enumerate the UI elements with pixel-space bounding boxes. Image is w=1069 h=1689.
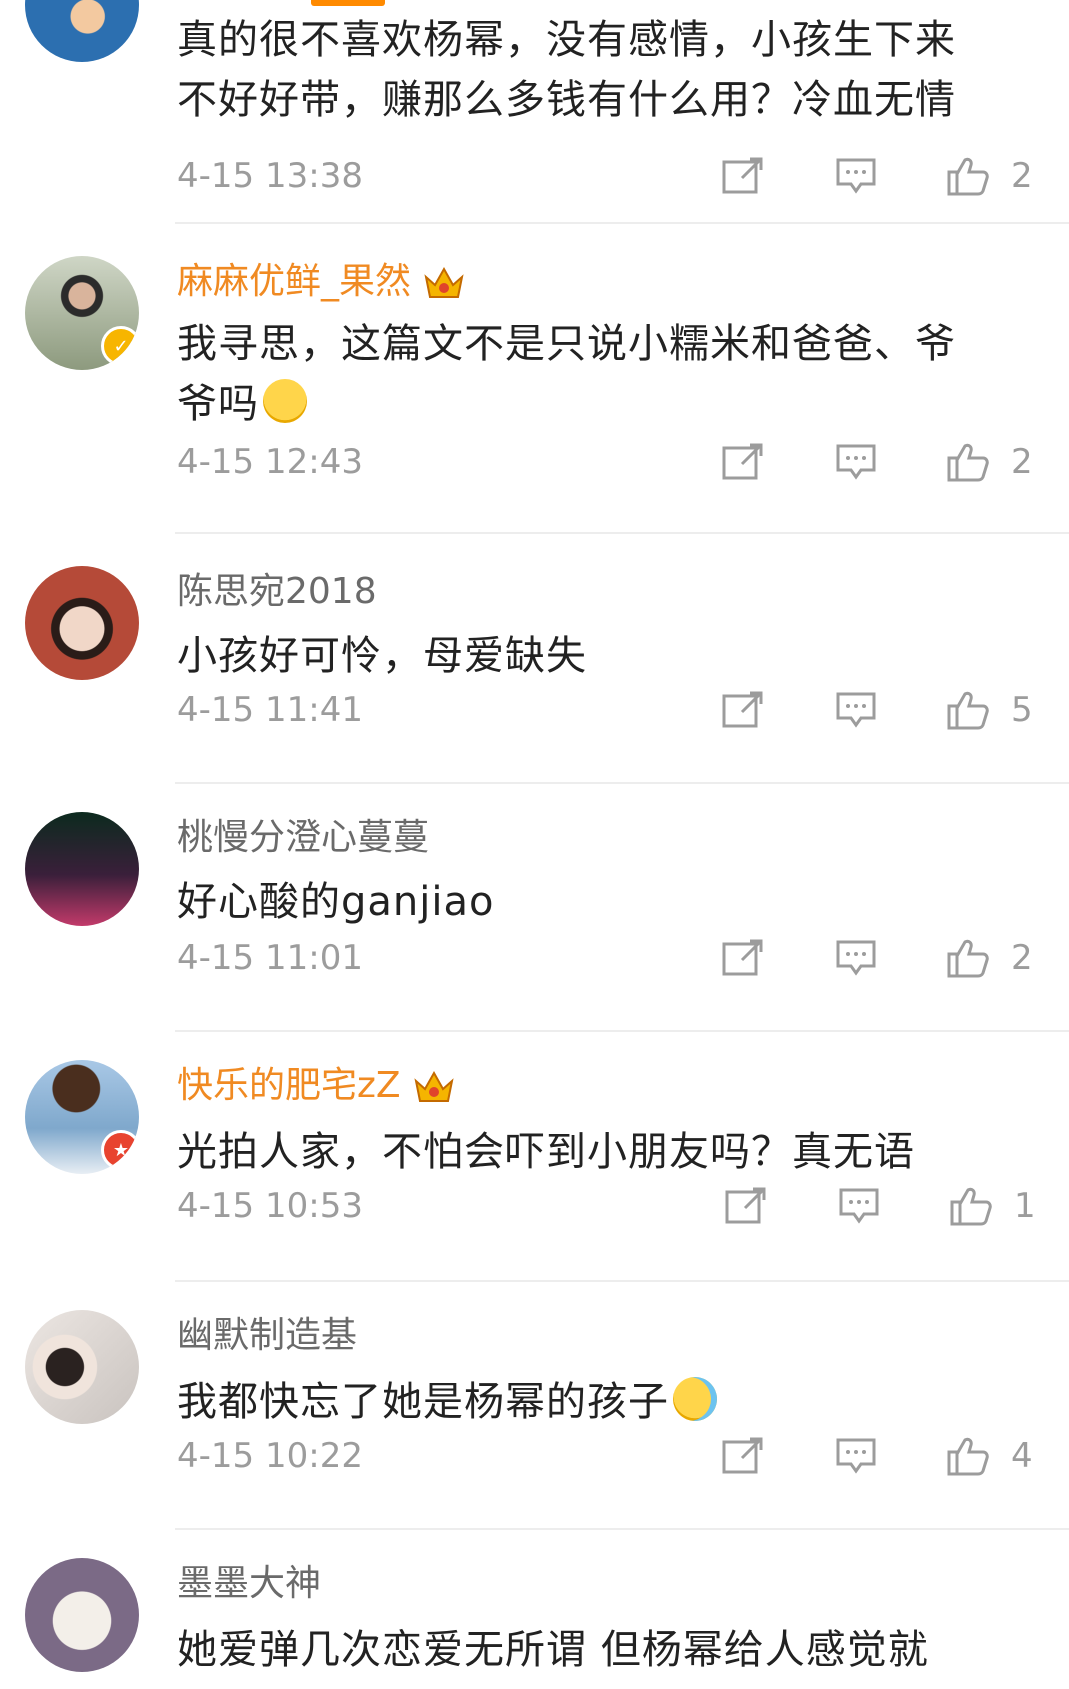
comment-text-line: 好心酸的ganjiao <box>177 879 495 925</box>
comment-text: 她爱弹几次恋爱无所谓 但杨幂给人感觉就 <box>177 1620 1037 1680</box>
share-icon[interactable] <box>722 690 764 730</box>
comment-text-line: 光拍人家，不怕会吓到小朋友吗？真无语 <box>177 1129 915 1175</box>
comment-icon[interactable] <box>835 1436 877 1476</box>
username[interactable]: 麻麻优鲜_果然 <box>177 260 465 304</box>
avatar[interactable] <box>25 812 139 926</box>
timestamp: 4-15 13:38 <box>177 156 363 196</box>
comment-text-line: 真的很不喜欢杨幂，没有感情，小孩生下来 <box>177 17 956 63</box>
share-icon[interactable] <box>725 1186 767 1226</box>
star-badge-icon: ★ <box>101 1130 139 1170</box>
username[interactable]: 幽默制造基 <box>177 1314 357 1358</box>
avatar[interactable] <box>25 1558 139 1672</box>
smiling-sweat-emoji <box>263 379 307 423</box>
verified-badge-icon: ✓ <box>101 326 139 366</box>
thumbs-up-icon[interactable] <box>950 1186 992 1226</box>
like-count: 4 <box>1011 1436 1033 1476</box>
like-count: 2 <box>1011 442 1033 482</box>
comment-icon[interactable] <box>835 690 877 730</box>
comment-text: 好心酸的ganjiao <box>177 872 1037 932</box>
username[interactable]: 陈思宛2018 <box>177 570 377 614</box>
comment-meta: 4-15 10:53 1 <box>177 1182 1037 1230</box>
timestamp: 4-15 11:01 <box>177 938 363 978</box>
comment-meta: 4-15 11:01 2 <box>177 934 1037 982</box>
comment-meta: 4-15 13:38 2 <box>177 152 1037 200</box>
timestamp: 4-15 10:22 <box>177 1436 363 1476</box>
avatar[interactable]: ★ <box>25 1060 139 1174</box>
comment-text-line: 爷吗 <box>177 381 259 427</box>
like-count: 2 <box>1011 156 1033 196</box>
comment-item: 陈思宛2018 小孩好可怜，母爱缺失 4-15 11:41 5 <box>0 534 1069 784</box>
like-count: 5 <box>1011 690 1033 730</box>
comment-text-line: 不好好带，赚那么多钱有什么用？冷血无情 <box>177 77 956 123</box>
comment-meta: 4-15 12:43 2 <box>177 438 1037 486</box>
comment-item: 墨墨大神 她爱弹几次恋爱无所谓 但杨幂给人感觉就 <box>0 1530 1069 1689</box>
thumbs-up-icon[interactable] <box>947 1436 989 1476</box>
comment-icon[interactable] <box>835 442 877 482</box>
thumbs-up-icon[interactable] <box>947 442 989 482</box>
share-icon[interactable] <box>722 938 764 978</box>
comment-text: 小孩好可怜，母爱缺失 <box>177 626 1037 686</box>
username-text: 快乐的肥宅zZ <box>177 1065 401 1106</box>
comment-item: ✓ 麻麻优鲜_果然 我寻思，这篇文不是只说小糯米和爸爸、爷 爷吗 4-15 12… <box>0 224 1069 534</box>
comment-item: 桃慢分澄心蔓蔓 好心酸的ganjiao 4-15 11:01 2 <box>0 784 1069 1032</box>
comment-text-line: 她爱弹几次恋爱无所谓 但杨幂给人感觉就 <box>177 1627 929 1673</box>
comment-text-line: 我都快忘了她是杨幂的孩子 <box>177 1379 669 1425</box>
comment-item: 幽默制造基 我都快忘了她是杨幂的孩子 4-15 10:22 4 <box>0 1282 1069 1530</box>
thumbs-up-icon[interactable] <box>947 690 989 730</box>
comment-text: 真的很不喜欢杨幂，没有感情，小孩生下来 不好好带，赚那么多钱有什么用？冷血无情 <box>177 10 1037 130</box>
comment-icon[interactable] <box>835 938 877 978</box>
comment-text-line: 我寻思，这篇文不是只说小糯米和爸爸、爷 <box>177 321 956 367</box>
avatar[interactable] <box>25 1310 139 1424</box>
comment-text: 光拍人家，不怕会吓到小朋友吗？真无语 <box>177 1122 1037 1182</box>
share-icon[interactable] <box>722 1436 764 1476</box>
comment-meta: 4-15 11:41 5 <box>177 686 1037 734</box>
username-text: 麻麻优鲜_果然 <box>177 261 412 302</box>
username[interactable]: 桃慢分澄心蔓蔓 <box>177 816 429 860</box>
comment-item: 真的很不喜欢杨幂，没有感情，小孩生下来 不好好带，赚那么多钱有什么用？冷血无情 … <box>0 0 1069 224</box>
timestamp: 4-15 10:53 <box>177 1186 363 1226</box>
timestamp: 4-15 12:43 <box>177 442 363 482</box>
comment-text: 我寻思，这篇文不是只说小糯米和爸爸、爷 爷吗 <box>177 314 1037 434</box>
avatar[interactable]: ✓ <box>25 256 139 370</box>
username[interactable]: 快乐的肥宅zZ <box>177 1064 455 1108</box>
comment-text: 我都快忘了她是杨幂的孩子 <box>177 1372 1037 1432</box>
username[interactable]: 墨墨大神 <box>177 1562 321 1606</box>
comment-meta: 4-15 10:22 4 <box>177 1432 1037 1480</box>
comment-icon[interactable] <box>838 1186 880 1226</box>
avatar[interactable] <box>25 566 139 680</box>
thumbs-up-icon[interactable] <box>947 938 989 978</box>
like-count: 2 <box>1011 938 1033 978</box>
crown-vip-icon <box>413 1067 455 1107</box>
comment-text-line: 小孩好可怜，母爱缺失 <box>177 633 587 679</box>
share-icon[interactable] <box>722 442 764 482</box>
thumbs-up-icon[interactable] <box>947 156 989 196</box>
share-icon[interactable] <box>722 156 764 196</box>
avatar[interactable] <box>25 0 139 62</box>
laughing-tears-emoji <box>673 1377 717 1421</box>
timestamp: 4-15 11:41 <box>177 690 363 730</box>
like-count: 1 <box>1014 1186 1036 1226</box>
comment-item: ★ 快乐的肥宅zZ 光拍人家，不怕会吓到小朋友吗？真无语 4-15 10:53 … <box>0 1032 1069 1282</box>
comment-icon[interactable] <box>835 156 877 196</box>
crown-vip-icon <box>423 263 465 303</box>
